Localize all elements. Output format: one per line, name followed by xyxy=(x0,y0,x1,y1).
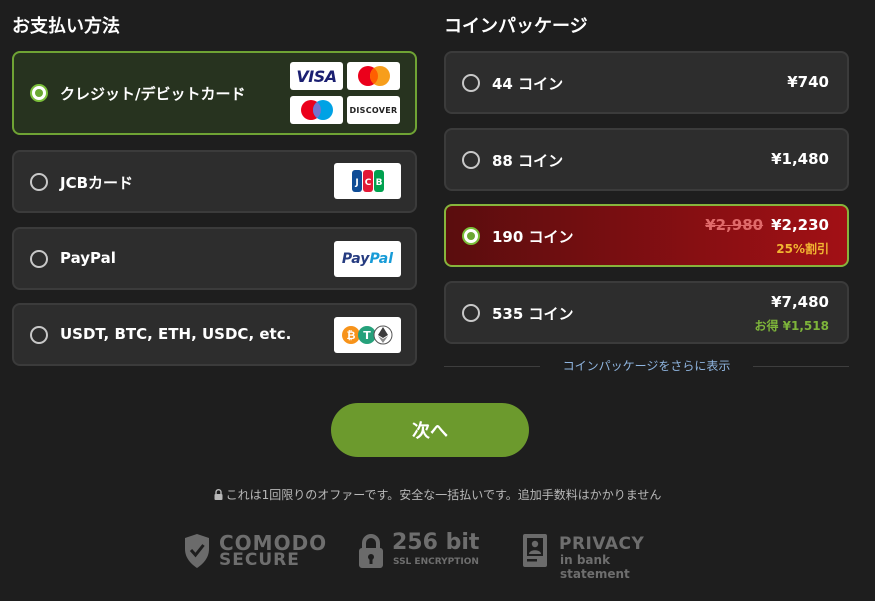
svg-text:₿: ₿ xyxy=(346,329,355,342)
radio-package-88[interactable] xyxy=(462,151,480,169)
package-price: ¥740 xyxy=(787,73,829,91)
show-more-packages-link[interactable]: コインパッケージをさらに表示 xyxy=(444,357,849,374)
paypal-logo-text-a: Pay xyxy=(341,251,370,267)
secure-text: SECURE xyxy=(219,550,300,570)
payment-option-label: JCBカード xyxy=(60,174,134,192)
radio-package-535[interactable] xyxy=(462,304,480,322)
package-option-535[interactable]: 535 コイン ¥7,480 お得 ¥1,518 xyxy=(444,281,849,344)
radio-credit-card[interactable] xyxy=(30,84,48,102)
lock-icon xyxy=(214,489,223,500)
radio-jcb[interactable] xyxy=(30,173,48,191)
package-option-88[interactable]: 88 コイン ¥1,480 xyxy=(444,128,849,191)
crypto-logos-icon: ₿ T xyxy=(334,317,401,353)
payment-method-title: お支払い方法 xyxy=(12,16,120,37)
privacy-text: PRIVACY xyxy=(559,534,645,554)
discount-badge: 25%割引 xyxy=(776,242,829,256)
package-label: 44 コイン xyxy=(492,75,564,93)
package-option-190[interactable]: 190 コイン ¥2,980 ¥2,230 25%割引 xyxy=(444,204,849,267)
payment-option-credit-card[interactable]: クレジット/デビットカード VISA DISCOVER xyxy=(12,51,417,135)
payment-option-label: クレジット/デビットカード xyxy=(60,85,246,103)
coin-package-title: コインパッケージ xyxy=(444,16,588,37)
svg-text:T: T xyxy=(363,329,371,342)
shield-check-icon xyxy=(185,534,209,568)
visa-logo-text: VISA xyxy=(296,66,337,86)
discover-logo-text: DISCOVER xyxy=(349,105,398,115)
document-person-icon xyxy=(523,534,547,567)
checkout-panel: お支払い方法 クレジット/デビットカード VISA DISCOVER JCBカー… xyxy=(0,0,875,601)
payment-option-jcb[interactable]: JCBカード J C B xyxy=(12,150,417,213)
package-label: 190 コイン xyxy=(492,228,574,246)
package-price-group: ¥2,980 ¥2,230 xyxy=(705,216,829,234)
ssl-encryption-badge: 256 bit SSL ENCRYPTION xyxy=(358,531,498,571)
privacy-badge: PRIVACY in bank statement xyxy=(522,531,682,581)
discover-logo-icon: DISCOVER xyxy=(347,96,400,124)
package-option-44[interactable]: 44 コイン ¥740 xyxy=(444,51,849,114)
comodo-secure-badge: COMODO SECURE xyxy=(184,531,326,571)
jcb-logo-icon: J C B xyxy=(334,163,401,199)
payment-option-label: PayPal xyxy=(60,249,116,267)
one-time-offer-notice: これは1回限りのオファーです。安全な一括払いです。追加手数料はかかりません xyxy=(0,486,875,503)
svg-text:J: J xyxy=(354,178,358,188)
radio-crypto[interactable] xyxy=(30,326,48,344)
maestro-logo-icon xyxy=(290,96,343,124)
payment-option-paypal[interactable]: PayPal PayPal xyxy=(12,227,417,290)
notice-text: これは1回限りのオファーです。安全な一括払いです。追加手数料はかかりません xyxy=(225,488,662,502)
package-label: 535 コイン xyxy=(492,305,574,323)
bank-statement-text: in bank statement xyxy=(560,553,630,581)
package-price: ¥2,230 xyxy=(771,216,829,234)
savings-note: お得 ¥1,518 xyxy=(754,319,830,333)
visa-logo-icon: VISA xyxy=(290,62,343,90)
package-old-price: ¥2,980 xyxy=(705,216,764,234)
ssl-encryption-text: SSL ENCRYPTION xyxy=(393,557,479,567)
payment-option-crypto[interactable]: USDT, BTC, ETH, USDC, etc. ₿ T xyxy=(12,303,417,366)
package-price: ¥7,480 xyxy=(771,293,829,311)
svg-text:B: B xyxy=(375,178,382,188)
radio-package-190[interactable] xyxy=(462,227,480,245)
padlock-icon xyxy=(359,534,383,568)
show-more-row: コインパッケージをさらに表示 xyxy=(444,356,849,376)
ssl-bits-text: 256 bit xyxy=(392,530,480,555)
package-price: ¥1,480 xyxy=(771,150,829,168)
radio-package-44[interactable] xyxy=(462,74,480,92)
paypal-logo-text-b: Pal xyxy=(369,251,394,267)
next-button[interactable]: 次へ xyxy=(331,403,529,457)
payment-option-label: USDT, BTC, ETH, USDC, etc. xyxy=(60,325,292,343)
paypal-logo-icon: PayPal xyxy=(334,241,401,277)
package-label: 88 コイン xyxy=(492,152,564,170)
svg-text:C: C xyxy=(364,178,371,188)
mastercard-logo-icon xyxy=(347,62,400,90)
radio-paypal[interactable] xyxy=(30,250,48,268)
